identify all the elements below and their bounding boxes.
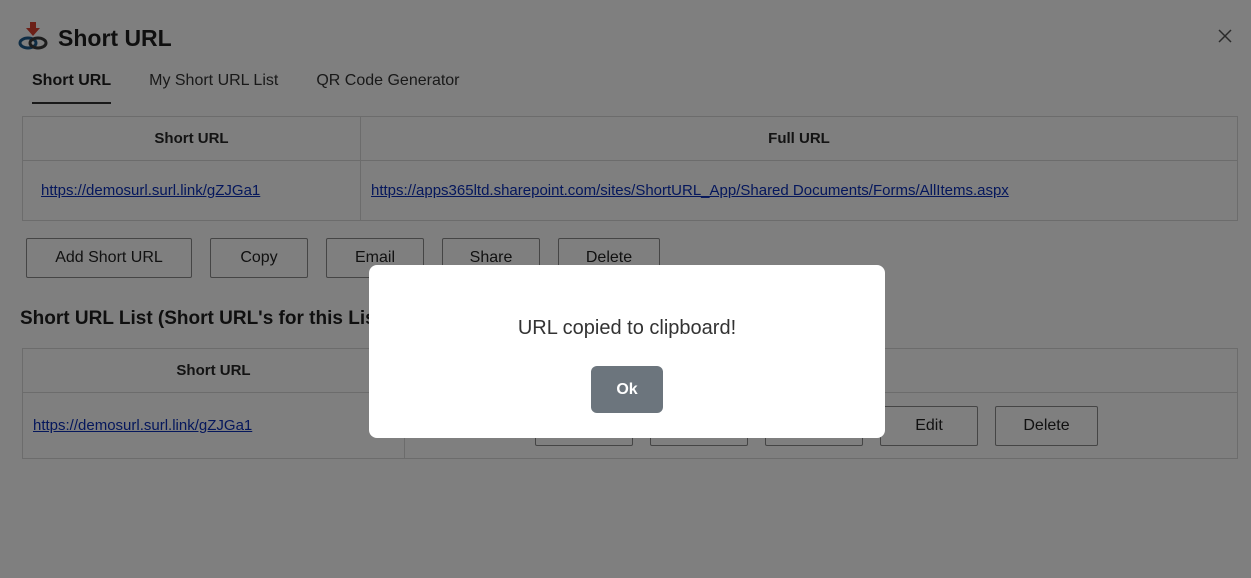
dialog-message: URL copied to clipboard!	[517, 317, 737, 339]
ok-button[interactable]: Ok	[591, 366, 663, 413]
copied-dialog: URL copied to clipboard! Ok	[369, 265, 885, 438]
